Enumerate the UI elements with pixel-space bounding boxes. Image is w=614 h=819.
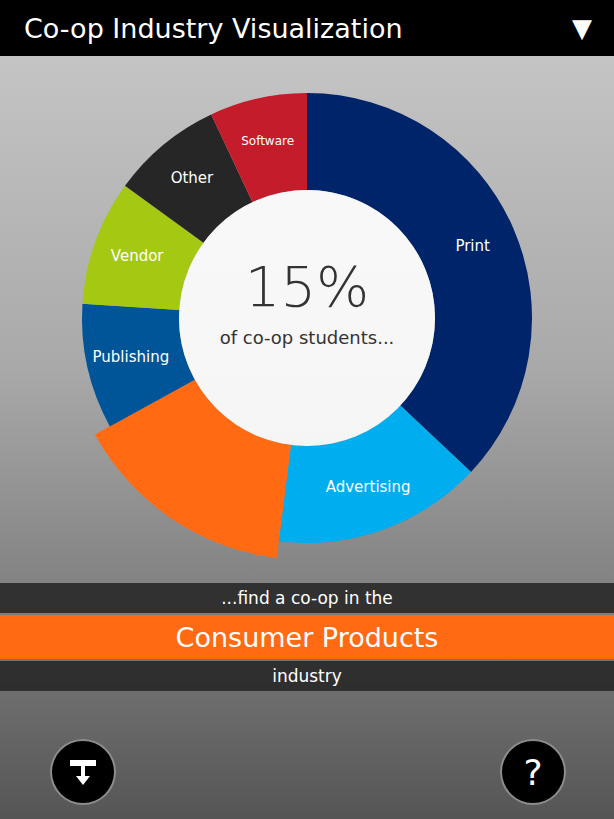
segment-label: Publishing bbox=[93, 348, 170, 366]
segment-label: Advertising bbox=[326, 478, 411, 496]
caption-lead: ...find a co-op in the bbox=[0, 583, 614, 613]
segment-label: Software bbox=[241, 134, 294, 148]
donut-chart: Print Advertising Publishing Vendor Other Sof… bbox=[0, 56, 614, 580]
app-screen: Co-op Industry Visualization ▼ Print Advert… bbox=[0, 0, 614, 819]
caption-block: ...find a co-op in theConsumer Productsi… bbox=[0, 583, 614, 691]
segment-label: Print bbox=[455, 237, 490, 255]
chart-center bbox=[179, 190, 435, 446]
center-caption: of co-op students... bbox=[220, 327, 395, 348]
app-title: Co-op Industry Visualization bbox=[24, 13, 403, 44]
chart-area: Print Advertising Publishing Vendor Other Sof… bbox=[0, 56, 614, 580]
center-value: 15% bbox=[245, 254, 369, 319]
header-bar: Co-op Industry Visualization ▼ bbox=[0, 0, 614, 56]
bottom-bar: ? bbox=[0, 691, 614, 819]
chart-segment[interactable] bbox=[82, 304, 195, 427]
segment-label: Other bbox=[171, 169, 214, 187]
menu-toggle[interactable]: ▼ bbox=[572, 13, 592, 43]
drill-down-icon bbox=[68, 757, 98, 787]
caption-trail: industry bbox=[0, 661, 614, 691]
segment-label: Vendor bbox=[111, 247, 165, 265]
help-button[interactable]: ? bbox=[500, 739, 566, 805]
caption-industry: Consumer Products bbox=[0, 615, 614, 659]
drill-down-button[interactable] bbox=[50, 739, 116, 805]
chart-segment[interactable] bbox=[211, 93, 307, 202]
